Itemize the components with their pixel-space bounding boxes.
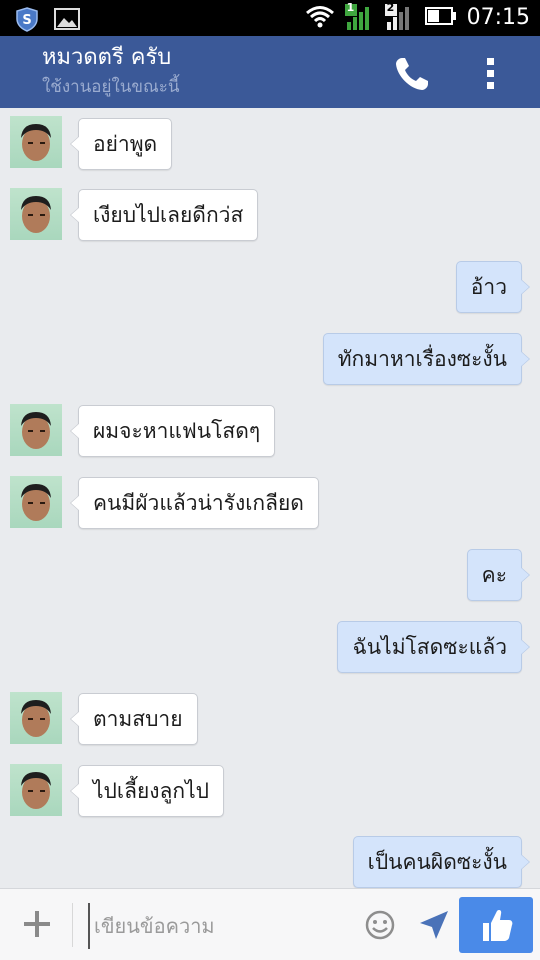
composer-divider [72,903,73,947]
message-input[interactable] [88,903,356,949]
sim2-label: 2 [386,1,395,14]
more-vertical-icon[interactable] [476,54,506,94]
chat-title[interactable]: หมวดตรี ครับ [42,44,171,72]
signal-icon-2: 2 [384,1,415,32]
message-composer [0,888,540,960]
chat-subtitle: ใช้งานอยู่ในขณะนี้ [42,77,180,97]
phone-icon[interactable] [392,54,432,94]
message-bubble-incoming[interactable]: ตามสบาย [70,693,198,745]
message-list[interactable]: อย่าพูด เงียบไปเลยดีกว่ส อ้าว ทักมาหาเรื… [0,108,540,888]
status-time: 07:15 [466,5,530,30]
message-bubble-outgoing[interactable]: อ้าว [455,261,531,313]
status-left: S [14,6,80,36]
signal-icon: 1 [344,1,375,32]
message-bubble-outgoing[interactable]: เป็นคนผิดซะงั้น [352,836,531,888]
shield-icon: S [14,6,40,36]
emoji-icon[interactable] [364,909,396,941]
message-bubble-incoming[interactable]: ไปเลี้ยงลูกไป [70,765,224,817]
message-bubble-incoming[interactable]: เงียบไปเลยดีกว่ส [69,189,259,241]
chat-header: หมวดตรี ครับ ใช้งานอยู่ในขณะนี้ [0,36,540,108]
avatar[interactable] [10,764,62,816]
message-bubble-outgoing[interactable]: ทักมาหาเรื่องซะงั้น [322,333,531,385]
avatar[interactable] [10,116,62,168]
message-bubble-incoming[interactable]: คนมีผัวแล้วน่ารังเกลียด [70,477,319,529]
avatar[interactable] [10,476,62,528]
plus-icon[interactable] [20,907,54,941]
message-bubble-incoming[interactable]: ผมจะหาแฟนโสดๆ [69,405,276,457]
like-icon[interactable] [459,897,533,953]
svg-text:S: S [22,13,31,28]
battery-icon [424,6,457,30]
message-bubble-incoming[interactable]: อย่าพูด [69,118,173,170]
avatar[interactable] [10,692,62,744]
image-icon [54,8,80,34]
status-right: 1 2 07:15 [305,1,530,32]
message-bubble-outgoing[interactable]: ฉันไม่โสดซะแล้ว [337,621,530,673]
avatar[interactable] [10,188,62,240]
status-bar: S 1 2 07:15 [0,0,540,36]
avatar[interactable] [10,404,62,456]
send-icon[interactable] [418,909,450,941]
message-bubble-outgoing[interactable]: คะ [466,549,531,601]
wifi-icon [305,4,335,32]
sim1-label: 1 [346,1,355,14]
